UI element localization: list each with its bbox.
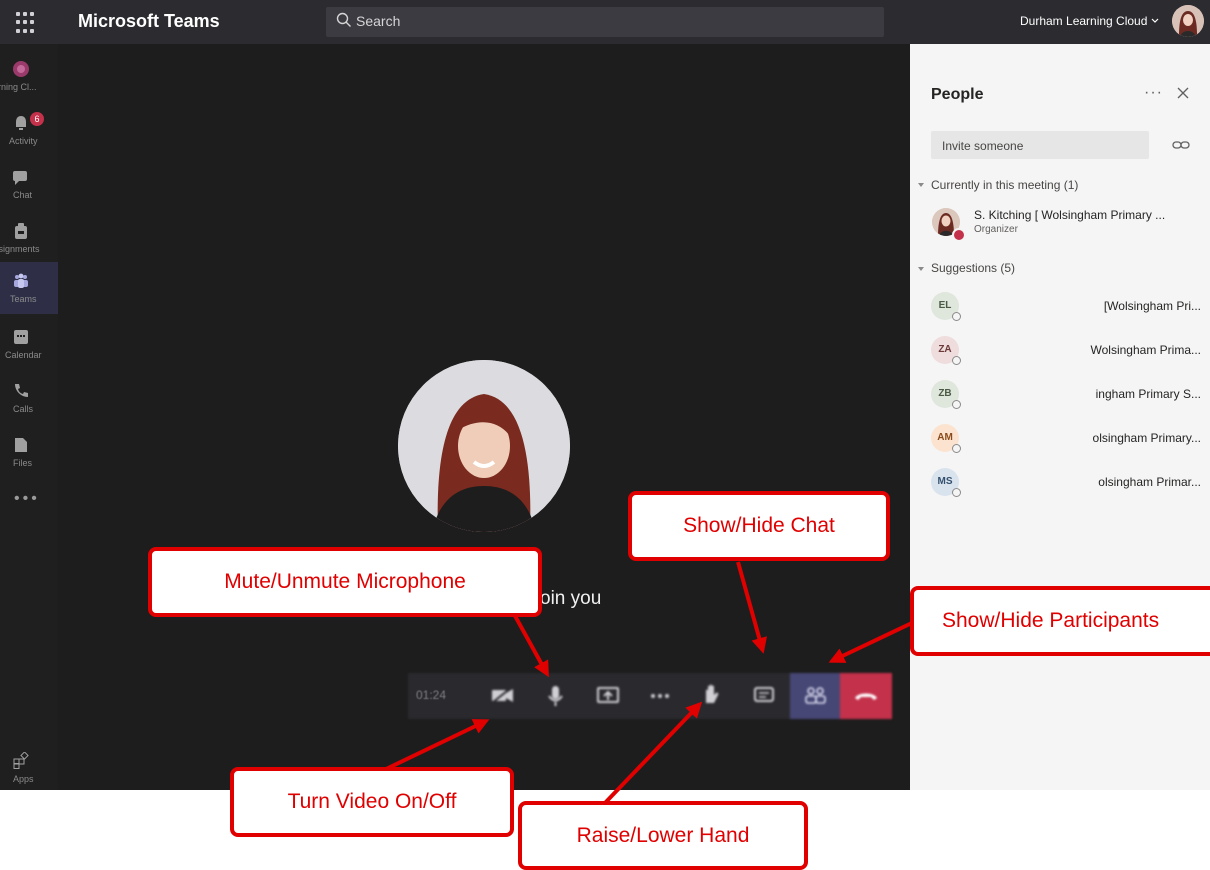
rail-label: Apps bbox=[13, 774, 34, 784]
rail-item-apps[interactable]: Apps bbox=[0, 742, 58, 794]
callout-show-hide-participants: Show/Hide Participants bbox=[910, 586, 1210, 656]
suggestion-item[interactable]: MS olsingham Primar... bbox=[931, 468, 1201, 508]
org-switcher[interactable]: Durham Learning Cloud bbox=[1020, 14, 1147, 28]
more-apps-icon[interactable]: ••• bbox=[14, 490, 40, 508]
rail-item-calendar[interactable]: Calendar bbox=[0, 318, 58, 370]
close-icon[interactable] bbox=[1176, 86, 1190, 100]
current-participants-heading[interactable]: Currently in this meeting (1) bbox=[931, 178, 1078, 192]
suggestion-item[interactable]: AM olsingham Primary... bbox=[931, 424, 1201, 464]
rail-label: Calendar bbox=[5, 350, 42, 360]
rail-label: Activity bbox=[9, 136, 38, 146]
callout-turn-video: Turn Video On/Off bbox=[230, 767, 514, 837]
rail-item-teams[interactable]: Teams bbox=[0, 262, 58, 314]
callout-raise-lower-hand: Raise/Lower Hand bbox=[518, 801, 808, 870]
app-launcher-icon[interactable] bbox=[14, 10, 40, 36]
org-logo-icon bbox=[13, 61, 29, 77]
organizer-role: Organizer bbox=[974, 224, 1018, 235]
suggestion-name: Wolsingham Prima... bbox=[1090, 343, 1201, 357]
presence-offline-icon bbox=[952, 488, 961, 497]
raise-hand-icon bbox=[706, 684, 719, 703]
collapse-caret-icon[interactable] bbox=[917, 265, 925, 273]
show-participants-button[interactable] bbox=[790, 673, 840, 719]
rail-item-calls[interactable]: Calls bbox=[0, 372, 58, 424]
share-screen-button[interactable] bbox=[586, 673, 630, 719]
user-avatar[interactable] bbox=[1172, 5, 1204, 37]
rail-label: Files bbox=[13, 458, 33, 468]
people-more-icon[interactable]: ··· bbox=[1144, 84, 1163, 102]
rail-item-activity[interactable]: Activity bbox=[0, 104, 58, 156]
microphone-icon bbox=[548, 686, 563, 706]
callout-show-hide-chat: Show/Hide Chat bbox=[628, 491, 890, 561]
more-icon bbox=[651, 694, 669, 698]
app-title: Microsoft Teams bbox=[78, 11, 220, 31]
chat-bubble-icon bbox=[754, 687, 774, 702]
rail-label: rning Cl... bbox=[0, 82, 37, 92]
suggestions-heading[interactable]: Suggestions (5) bbox=[931, 261, 1015, 275]
chevron-down-icon[interactable] bbox=[1150, 16, 1160, 26]
suggestion-name: [Wolsingham Pri... bbox=[1103, 299, 1201, 313]
rail-item-chat[interactable]: Chat bbox=[0, 158, 58, 210]
suggestion-name: olsingham Primary... bbox=[1092, 431, 1201, 445]
organizer-video-avatar bbox=[398, 360, 570, 532]
raise-hand-button[interactable] bbox=[690, 673, 734, 719]
camera-button[interactable] bbox=[480, 673, 524, 719]
rail-label: ssignments bbox=[0, 244, 40, 254]
presence-offline-icon bbox=[952, 356, 961, 365]
search-placeholder[interactable]: Search bbox=[356, 13, 400, 29]
assignments-icon bbox=[15, 223, 27, 239]
presence-offline-icon bbox=[952, 312, 961, 321]
chat-icon bbox=[13, 171, 27, 185]
phone-icon bbox=[15, 384, 28, 397]
suggestion-item[interactable]: EL [Wolsingham Pri... bbox=[931, 292, 1201, 332]
bell-icon bbox=[16, 116, 26, 130]
suggestion-name: ingham Primary S... bbox=[1095, 387, 1201, 401]
calendar-icon bbox=[14, 330, 28, 344]
microphone-button[interactable] bbox=[534, 673, 578, 719]
call-controls-bar bbox=[408, 673, 892, 719]
rail-item-files[interactable]: Files bbox=[0, 426, 58, 478]
presence-busy-icon bbox=[952, 228, 966, 242]
rail-label: Teams bbox=[10, 294, 37, 304]
rail-item-assignments[interactable]: ssignments bbox=[0, 212, 58, 264]
share-screen-icon bbox=[597, 687, 619, 703]
presence-offline-icon bbox=[952, 444, 961, 453]
camera-off-icon bbox=[491, 686, 513, 704]
collapse-caret-icon[interactable] bbox=[917, 181, 925, 189]
search-icon bbox=[336, 12, 351, 27]
copy-link-icon[interactable] bbox=[1172, 138, 1190, 152]
suggestion-item[interactable]: ZB ingham Primary S... bbox=[931, 380, 1201, 420]
teams-icon bbox=[14, 273, 28, 288]
show-chat-button[interactable] bbox=[742, 673, 786, 719]
call-timer: 01:24 bbox=[416, 688, 447, 702]
search-box[interactable] bbox=[326, 7, 884, 37]
rail-item-learning-cloud[interactable]: rning Cl... bbox=[0, 50, 58, 102]
waiting-message: oin you bbox=[540, 588, 602, 609]
apps-icon bbox=[13, 752, 29, 769]
participants-icon bbox=[805, 687, 826, 704]
invite-placeholder[interactable]: Invite someone bbox=[942, 139, 1023, 153]
organizer-name[interactable]: S. Kitching [ Wolsingham Primary ... bbox=[974, 208, 1165, 222]
rail-label: Calls bbox=[13, 404, 34, 414]
more-actions-button[interactable] bbox=[638, 673, 682, 719]
people-panel-title: People bbox=[931, 86, 984, 103]
hang-up-icon bbox=[855, 693, 877, 700]
suggestion-item[interactable]: ZA Wolsingham Prima... bbox=[931, 336, 1201, 376]
chat-unread-badge: 6 bbox=[30, 112, 44, 126]
presence-offline-icon bbox=[952, 400, 961, 409]
file-icon bbox=[15, 438, 27, 452]
rail-label: Chat bbox=[13, 190, 33, 200]
callout-mute-unmute: Mute/Unmute Microphone bbox=[148, 547, 542, 617]
suggestion-name: olsingham Primar... bbox=[1098, 475, 1201, 489]
hang-up-button[interactable] bbox=[840, 673, 892, 719]
